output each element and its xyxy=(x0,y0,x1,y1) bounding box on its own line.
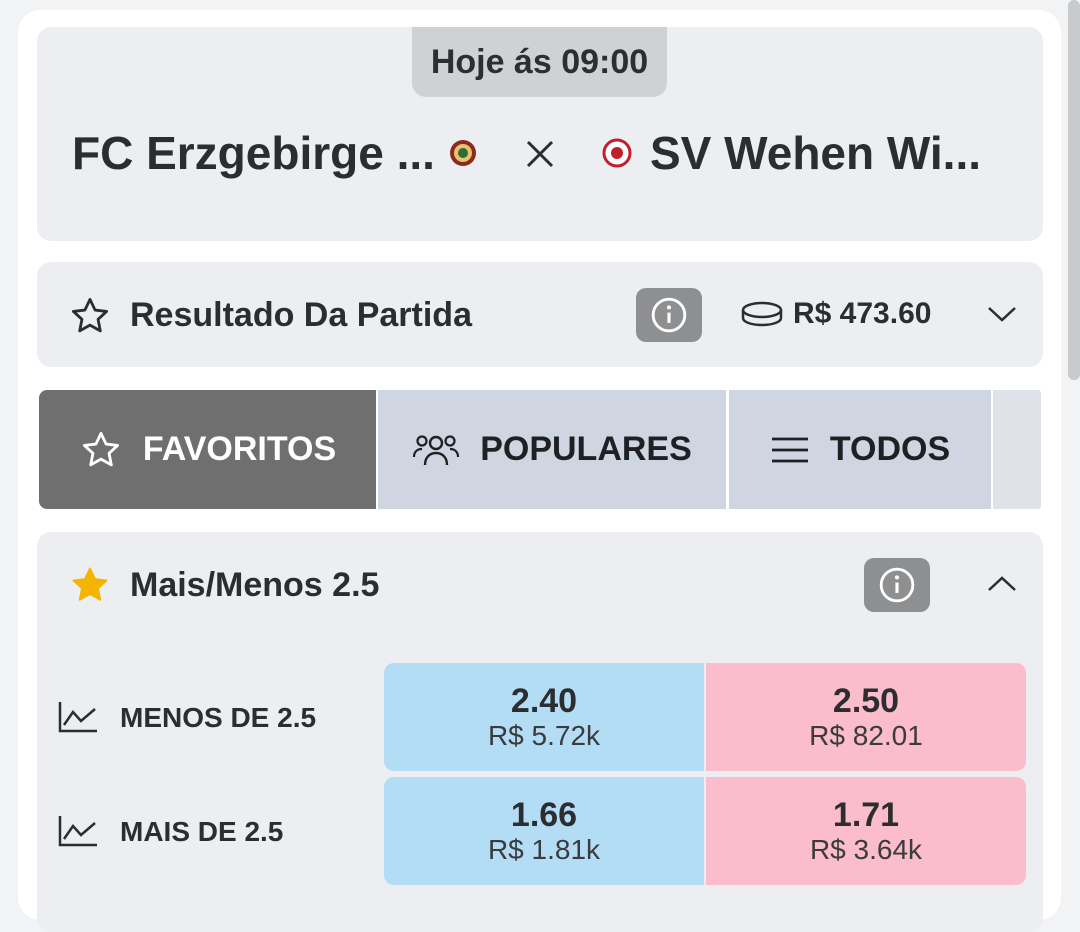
menu-icon xyxy=(771,437,808,462)
lay-price: 1.71 xyxy=(832,796,900,834)
chart-line-icon[interactable] xyxy=(57,700,99,734)
market-filter-tabs: FAVORITOS POPULARES TODOS xyxy=(37,388,1043,511)
market-info-button[interactable] xyxy=(636,288,702,342)
info-icon xyxy=(879,567,915,603)
match-time: Hoje ás 09:00 xyxy=(412,27,667,97)
tab-favoritos[interactable]: FAVORITOS xyxy=(39,390,376,509)
selection-label: MAIS DE 2.5 xyxy=(120,816,284,847)
tab-overflow xyxy=(993,390,1041,509)
back-volume: R$ 5.72k xyxy=(487,720,601,751)
tab-populares[interactable]: POPULARES xyxy=(378,390,726,509)
tab-label: TODOS xyxy=(829,430,951,468)
back-odds-button[interactable]: 1.66 R$ 1.81k xyxy=(384,777,704,885)
away-team-crest-icon xyxy=(602,138,632,168)
market-title: Resultado Da Partida xyxy=(130,296,472,334)
versus-icon xyxy=(526,140,554,168)
back-price: 1.66 xyxy=(510,796,578,834)
home-team-name: FC Erzgebirge ... xyxy=(72,127,435,179)
selection-label: MENOS DE 2.5 xyxy=(120,702,317,733)
lay-odds-button[interactable]: 2.50 R$ 82.01 xyxy=(706,663,1026,771)
lay-odds-button[interactable]: 1.71 R$ 3.64k xyxy=(706,777,1026,885)
back-odds-button[interactable]: 2.40 R$ 5.72k xyxy=(384,663,704,771)
away-team-name: SV Wehen Wi... xyxy=(650,127,982,179)
market-stake: R$ 473.60 xyxy=(793,297,932,330)
back-volume: R$ 1.81k xyxy=(487,834,601,865)
lay-volume: R$ 82.01 xyxy=(809,720,923,751)
star-filled-icon[interactable] xyxy=(68,564,112,606)
tab-label: POPULARES xyxy=(480,430,692,468)
tab-label: FAVORITOS xyxy=(142,430,337,468)
over-under-title: Mais/Menos 2.5 xyxy=(130,566,380,604)
over-under-info-button[interactable] xyxy=(864,558,930,612)
chevron-up-icon[interactable] xyxy=(986,572,1018,596)
scrollbar[interactable] xyxy=(1068,0,1080,380)
users-icon xyxy=(413,434,460,465)
star-outline-icon[interactable] xyxy=(68,295,112,337)
coins-icon xyxy=(741,301,783,327)
star-outline-icon xyxy=(82,431,119,466)
home-team-crest-icon xyxy=(450,140,476,166)
chevron-down-icon[interactable] xyxy=(986,302,1018,326)
tab-todos[interactable]: TODOS xyxy=(729,390,991,509)
chart-line-icon[interactable] xyxy=(57,814,99,848)
lay-volume: R$ 3.64k xyxy=(809,834,923,865)
info-icon xyxy=(651,297,687,333)
back-price: 2.40 xyxy=(510,682,578,720)
lay-price: 2.50 xyxy=(832,682,900,720)
